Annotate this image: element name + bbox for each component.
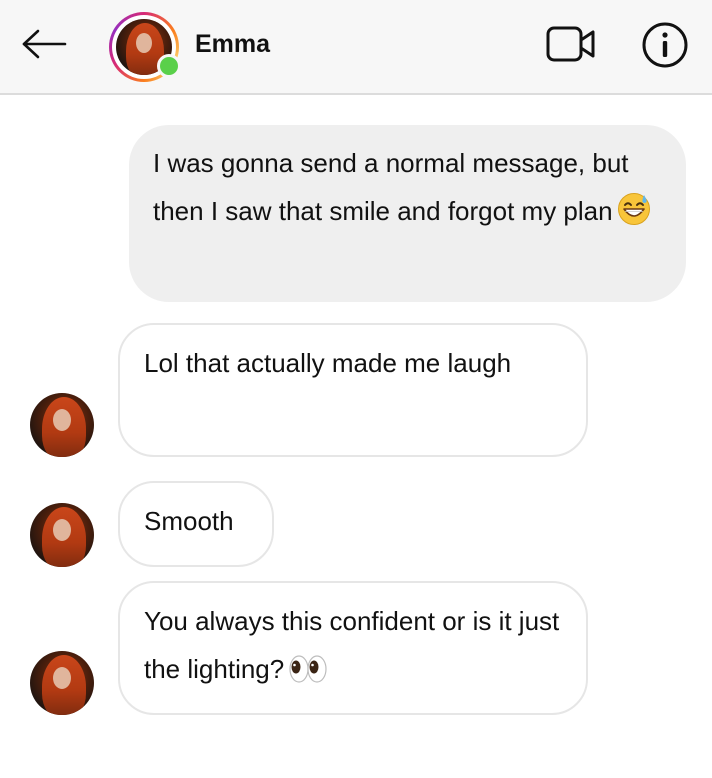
message-bubble-received[interactable]: Lol that actually made me laugh [118, 323, 588, 457]
video-camera-icon [546, 26, 595, 62]
grinning-sweat-emoji [617, 192, 651, 241]
message-bubble-sent[interactable]: I was gonna send a normal message, but t… [129, 125, 686, 302]
message-bubble-received[interactable]: You always this confident or is it just … [118, 581, 588, 715]
message-text: Lol that actually made me laugh [144, 348, 512, 378]
arrow-left-icon [22, 29, 67, 59]
online-status-dot [157, 54, 181, 78]
video-call-button[interactable] [542, 22, 600, 66]
message-text: I was gonna send a normal message, but t… [153, 148, 629, 226]
sender-avatar[interactable] [30, 393, 94, 457]
message-text: Smooth [144, 506, 234, 536]
info-circle-icon [642, 22, 688, 68]
contact-name[interactable]: Emma [195, 28, 270, 60]
message-bubble-received[interactable]: Smooth [118, 481, 274, 567]
eyes-emoji [288, 651, 328, 699]
chat-header: Emma [0, 0, 712, 95]
sender-avatar[interactable] [30, 651, 94, 715]
sender-avatar[interactable] [30, 503, 94, 567]
info-button[interactable] [638, 20, 692, 70]
back-button[interactable] [18, 22, 70, 66]
contact-avatar[interactable] [109, 12, 181, 82]
message-text: You always this confident or is it just … [144, 606, 560, 684]
